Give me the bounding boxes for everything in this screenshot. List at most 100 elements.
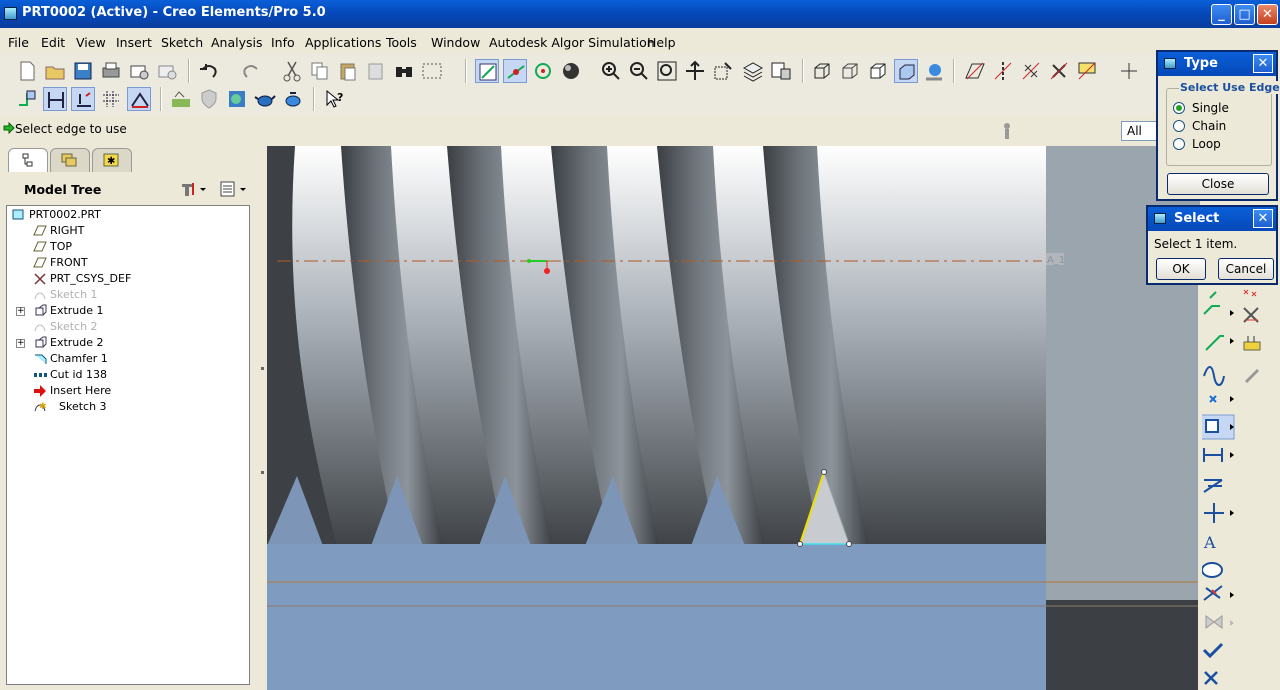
trim-icon[interactable] — [1203, 585, 1234, 601]
sketch-vertex[interactable] — [821, 469, 827, 475]
save-icon[interactable] — [71, 59, 95, 83]
appearance-icon[interactable] — [559, 59, 583, 83]
datum-axes-icon[interactable] — [991, 59, 1015, 83]
line-tool-icon[interactable] — [1205, 335, 1234, 351]
text-tool-icon[interactable]: A — [1203, 533, 1216, 552]
panel-splitter[interactable] — [258, 145, 267, 690]
hidden-line-icon[interactable] — [838, 59, 862, 83]
sketch-shading-icon[interactable] — [169, 87, 193, 111]
close-icon[interactable]: ✕ — [1253, 54, 1273, 73]
filter-select[interactable]: All — [1121, 121, 1161, 141]
annotations-icon[interactable] — [1075, 59, 1099, 83]
reorient-icon[interactable] — [683, 59, 707, 83]
teapot-icon[interactable] — [253, 87, 277, 111]
menu-applications[interactable]: Applications — [305, 35, 381, 50]
enhanced-realism-icon[interactable] — [922, 59, 946, 83]
paste-icon[interactable] — [336, 59, 360, 83]
redraw-icon[interactable] — [475, 59, 499, 83]
vertices-icon[interactable] — [127, 87, 151, 111]
tree-item-right[interactable]: RIGHT — [7, 223, 247, 239]
menu-file[interactable]: File — [8, 35, 29, 50]
no-hidden-icon[interactable] — [866, 59, 890, 83]
zoom-in-icon[interactable] — [599, 59, 623, 83]
shading-icon[interactable] — [894, 59, 918, 83]
accept-checkmark-icon[interactable] — [1202, 642, 1224, 659]
point-icon[interactable] — [1209, 291, 1217, 299]
expand-toggle[interactable]: + — [16, 339, 25, 348]
grid-icon[interactable] — [99, 87, 123, 111]
email-icon[interactable] — [127, 59, 151, 83]
wireframe-icon[interactable] — [810, 59, 834, 83]
menu-sketch[interactable]: Sketch — [161, 35, 203, 50]
tab-folder-browser[interactable] — [50, 148, 90, 172]
datum-planes-icon[interactable] — [963, 59, 987, 83]
minimize-icon[interactable]: _ — [1211, 4, 1232, 25]
radio-button[interactable] — [1173, 120, 1185, 132]
copy-icon[interactable] — [308, 59, 332, 83]
csys-tool-icon[interactable] — [1243, 307, 1259, 323]
menu-help[interactable]: Help — [647, 35, 676, 50]
menu-edit[interactable]: Edit — [41, 35, 65, 50]
smart-filter-icon[interactable] — [1000, 121, 1014, 141]
close-icon[interactable]: ✕ — [1253, 209, 1273, 228]
cut-icon[interactable] — [280, 59, 304, 83]
new-file-icon[interactable] — [15, 59, 39, 83]
datum-point-icon[interactable] — [1243, 289, 1257, 297]
menu-insert[interactable]: Insert — [116, 35, 152, 50]
palette-icon[interactable] — [1202, 562, 1223, 578]
cancel-x-icon[interactable] — [1204, 671, 1218, 685]
print-icon[interactable] — [99, 59, 123, 83]
tab-favorites[interactable]: ✱ — [92, 148, 132, 172]
view-manager-icon[interactable] — [769, 59, 793, 83]
menu-view[interactable]: View — [76, 35, 106, 50]
sketch-vertex[interactable] — [797, 541, 803, 547]
close-icon[interactable]: ✕ — [1257, 4, 1278, 25]
tree-item-extrude-1[interactable]: + Extrude 1 — [7, 303, 247, 319]
spin-center-icon[interactable] — [503, 59, 527, 83]
close-button[interactable]: Close — [1167, 173, 1269, 195]
intersect-point-icon[interactable] — [1209, 395, 1234, 403]
tree-item-extrude-2[interactable]: + Extrude 2 — [7, 335, 247, 351]
spline-tool-icon[interactable] — [1203, 305, 1234, 316]
ok-button[interactable]: OK — [1156, 258, 1206, 280]
find-icon[interactable] — [392, 59, 416, 83]
context-help-icon[interactable]: ? — [323, 87, 347, 111]
open-folder-icon[interactable] — [43, 59, 67, 83]
tree-item-top[interactable]: TOP — [7, 239, 247, 255]
tree-item-sketch-2[interactable]: Sketch 2 — [7, 319, 247, 335]
email-link-icon[interactable] — [155, 59, 179, 83]
globe-map-icon[interactable] — [225, 87, 249, 111]
select-box-icon[interactable] — [420, 59, 444, 83]
tree-item-chamfer-1[interactable]: Chamfer 1 — [7, 351, 247, 367]
tab-model-tree[interactable] — [8, 148, 48, 172]
tree-item-sketch-3[interactable]: ✱ Sketch 3 — [7, 399, 247, 415]
csys-display-icon[interactable] — [1047, 59, 1071, 83]
settings-tools-icon[interactable] — [178, 180, 208, 198]
refit-icon[interactable] — [655, 59, 679, 83]
layers-icon[interactable] — [741, 59, 765, 83]
constraint-icon[interactable] — [1203, 479, 1223, 493]
axis-label[interactable]: A_1 — [1047, 255, 1065, 266]
menu-analysis[interactable]: Analysis — [211, 35, 263, 50]
orient-mode-icon[interactable] — [531, 59, 555, 83]
constraints-icon[interactable] — [71, 87, 95, 111]
tree-columns-icon[interactable] — [218, 180, 250, 198]
tree-item-insert-here[interactable]: Insert Here — [7, 383, 247, 399]
dimension-ruler-icon[interactable] — [1243, 336, 1261, 351]
sketch-vertex[interactable] — [846, 541, 852, 547]
tree-item-cut-138[interactable]: Cut id 138 — [7, 367, 247, 383]
cancel-button[interactable]: Cancel — [1218, 258, 1274, 280]
tree-item-front[interactable]: FRONT — [7, 255, 247, 271]
zoom-out-icon[interactable] — [627, 59, 651, 83]
graphics-window[interactable]: A_1 — [267, 146, 1200, 690]
radio-button[interactable] — [1173, 102, 1185, 114]
expand-toggle[interactable]: + — [16, 307, 25, 316]
mirror-icon[interactable] — [1205, 615, 1234, 629]
menu-info[interactable]: Info — [271, 35, 295, 50]
dimension-icon[interactable] — [43, 87, 67, 111]
render-teapot-icon[interactable] — [281, 87, 305, 111]
saved-views-icon[interactable] — [711, 59, 735, 83]
datum-points-icon[interactable] — [1019, 59, 1043, 83]
paste-special-icon[interactable] — [364, 59, 388, 83]
menu-algor[interactable]: Autodesk Algor Simulation — [489, 35, 655, 50]
